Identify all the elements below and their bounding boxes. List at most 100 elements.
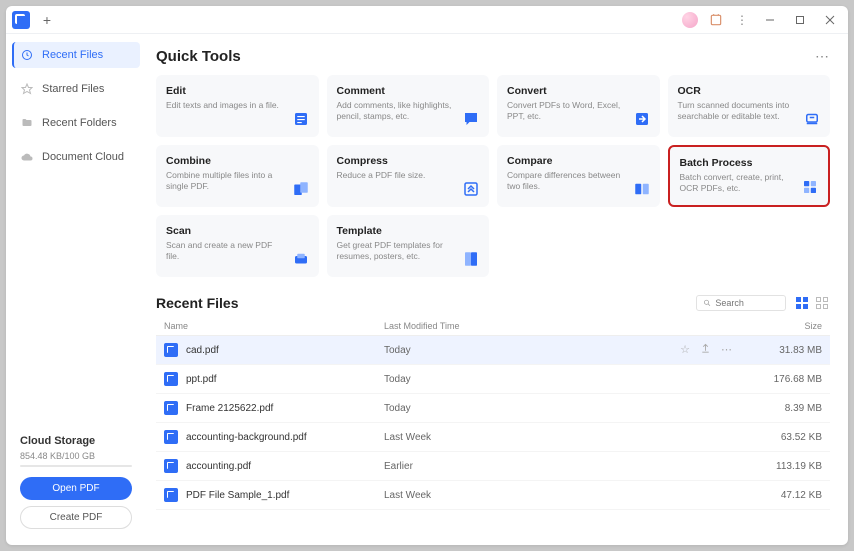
pdf-file-icon bbox=[164, 401, 178, 415]
file-modified: Today bbox=[384, 403, 752, 414]
sidebar-item-label: Document Cloud bbox=[42, 151, 124, 163]
tool-compare-icon bbox=[632, 179, 652, 199]
tool-desc: Reduce a PDF file size. bbox=[337, 170, 480, 181]
pdf-file-icon bbox=[164, 459, 178, 473]
sidebar-item-label: Starred Files bbox=[42, 83, 104, 95]
star-icon bbox=[20, 82, 34, 96]
search-box[interactable] bbox=[696, 295, 786, 311]
file-size: 47.12 KB bbox=[752, 490, 822, 501]
notification-icon[interactable] bbox=[706, 10, 726, 30]
kebab-menu-icon[interactable]: ⋮ bbox=[732, 10, 752, 30]
star-icon[interactable]: ☆ bbox=[680, 343, 690, 357]
tool-title: Combine bbox=[166, 155, 309, 167]
cloud-storage-bar bbox=[20, 465, 132, 467]
titlebar: + ⋮ bbox=[6, 6, 848, 34]
tool-comment-icon bbox=[461, 109, 481, 129]
file-name: ppt.pdf bbox=[186, 374, 384, 385]
pin-icon[interactable] bbox=[700, 343, 711, 357]
tool-card-batch-process[interactable]: Batch Process Batch convert, create, prin… bbox=[668, 145, 831, 207]
list-view-button[interactable] bbox=[794, 295, 810, 311]
tool-desc: Turn scanned documents into searchable o… bbox=[678, 100, 821, 122]
quick-tools-title: Quick Tools bbox=[156, 48, 241, 65]
file-size: 31.83 MB bbox=[752, 345, 822, 356]
sidebar-item-document-cloud[interactable]: Document Cloud bbox=[12, 144, 140, 170]
sidebar-item-label: Recent Folders bbox=[42, 117, 117, 129]
tool-title: Compare bbox=[507, 155, 650, 167]
file-modified: Last Week bbox=[384, 432, 752, 443]
tool-batch-process-icon bbox=[800, 177, 820, 197]
pdf-file-icon bbox=[164, 343, 178, 357]
tool-desc: Batch convert, create, print, OCR PDFs, … bbox=[680, 172, 819, 194]
cloud-storage-usage: 854.48 KB/100 GB bbox=[20, 451, 132, 461]
tool-desc: Compare differences between two files. bbox=[507, 170, 650, 192]
tool-card-convert[interactable]: Convert Convert PDFs to Word, Excel, PPT,… bbox=[497, 75, 660, 137]
col-name: Name bbox=[164, 321, 384, 331]
pdf-file-icon bbox=[164, 430, 178, 444]
file-modified: Today bbox=[384, 374, 752, 385]
tool-title: Compress bbox=[337, 155, 480, 167]
tool-card-edit[interactable]: Edit Edit texts and images in a file. bbox=[156, 75, 319, 137]
tool-card-scan[interactable]: ScanScan and create a new PDF file. bbox=[156, 215, 319, 277]
file-modified: Today bbox=[384, 345, 680, 356]
tool-card-combine[interactable]: CombineCombine multiple files into a sin… bbox=[156, 145, 319, 207]
file-row[interactable]: PDF File Sample_1.pdfLast Week47.12 KB bbox=[156, 481, 830, 510]
app-logo-icon bbox=[12, 11, 30, 29]
sidebar: Recent Files Starred Files Recent Folders D… bbox=[6, 34, 146, 545]
tool-card-compress[interactable]: Compress Reduce a PDF file size. bbox=[327, 145, 490, 207]
sidebar-item-recent-folders[interactable]: Recent Folders bbox=[12, 110, 140, 136]
close-button[interactable] bbox=[818, 10, 842, 30]
quick-tools-more-icon[interactable]: ⋯ bbox=[815, 48, 830, 65]
tool-title: Convert bbox=[507, 85, 650, 97]
tool-scan-icon bbox=[291, 249, 311, 269]
grid-view-button[interactable] bbox=[814, 295, 830, 311]
tool-desc: Scan and create a new PDF file. bbox=[166, 240, 309, 262]
sidebar-item-recent-files[interactable]: Recent Files bbox=[12, 42, 140, 68]
tool-card-compare[interactable]: Compare Compare differences between two f… bbox=[497, 145, 660, 207]
app-window: + ⋮ Recent Files Starred Files Recent Fold… bbox=[6, 6, 848, 545]
tool-desc: Convert PDFs to Word, Excel, PPT, etc. bbox=[507, 100, 650, 122]
file-size: 8.39 MB bbox=[752, 403, 822, 414]
cloud-storage-title: Cloud Storage bbox=[20, 435, 132, 447]
file-size: 176.68 MB bbox=[752, 374, 822, 385]
tool-combine-icon bbox=[291, 179, 311, 199]
recent-files-title: Recent Files bbox=[156, 295, 238, 311]
tool-card-template[interactable]: Template Get great PDF templates for resu… bbox=[327, 215, 490, 277]
file-size: 113.19 KB bbox=[752, 461, 822, 472]
file-row-actions: ☆⋯ bbox=[680, 343, 732, 357]
tool-desc: Edit texts and images in a file. bbox=[166, 100, 309, 111]
open-pdf-button[interactable]: Open PDF bbox=[20, 477, 132, 500]
clock-icon bbox=[20, 48, 34, 62]
more-icon[interactable]: ⋯ bbox=[721, 343, 732, 357]
avatar-icon[interactable] bbox=[680, 10, 700, 30]
file-row[interactable]: accounting-background.pdfLast Week63.52 … bbox=[156, 423, 830, 452]
tool-ocr-icon bbox=[802, 109, 822, 129]
file-row[interactable]: Frame 2125622.pdfToday8.39 MB bbox=[156, 394, 830, 423]
tool-desc: Get great PDF templates for resumes, pos… bbox=[337, 240, 480, 262]
tool-card-ocr[interactable]: OCR Turn scanned documents into searchabl… bbox=[668, 75, 831, 137]
file-name: cad.pdf bbox=[186, 345, 384, 356]
folder-icon bbox=[20, 116, 34, 130]
maximize-button[interactable] bbox=[788, 10, 812, 30]
search-input[interactable] bbox=[715, 298, 779, 308]
cloud-icon bbox=[20, 150, 34, 164]
tool-title: Batch Process bbox=[680, 157, 819, 169]
file-row[interactable]: cad.pdfToday☆⋯31.83 MB bbox=[156, 336, 830, 365]
table-header: Name Last Modified Time Size bbox=[156, 317, 830, 336]
minimize-button[interactable] bbox=[758, 10, 782, 30]
cloud-storage-block: Cloud Storage 854.48 KB/100 GB bbox=[12, 431, 140, 477]
file-name: accounting.pdf bbox=[186, 461, 384, 472]
tool-card-comment[interactable]: CommentAdd comments, like highlights, pe… bbox=[327, 75, 490, 137]
file-row[interactable]: accounting.pdfEarlier113.19 KB bbox=[156, 452, 830, 481]
tool-title: OCR bbox=[678, 85, 821, 97]
pdf-file-icon bbox=[164, 372, 178, 386]
create-pdf-button[interactable]: Create PDF bbox=[20, 506, 132, 529]
file-row[interactable]: ppt.pdfToday176.68 MB bbox=[156, 365, 830, 394]
new-tab-button[interactable]: + bbox=[38, 11, 56, 29]
file-modified: Earlier bbox=[384, 461, 752, 472]
tool-title: Edit bbox=[166, 85, 309, 97]
tool-desc: Add comments, like highlights, pencil, s… bbox=[337, 100, 480, 122]
tools-grid: Edit Edit texts and images in a file. Comm… bbox=[156, 75, 830, 277]
sidebar-item-starred-files[interactable]: Starred Files bbox=[12, 76, 140, 102]
col-size: Size bbox=[752, 321, 822, 331]
tool-title: Template bbox=[337, 225, 480, 237]
